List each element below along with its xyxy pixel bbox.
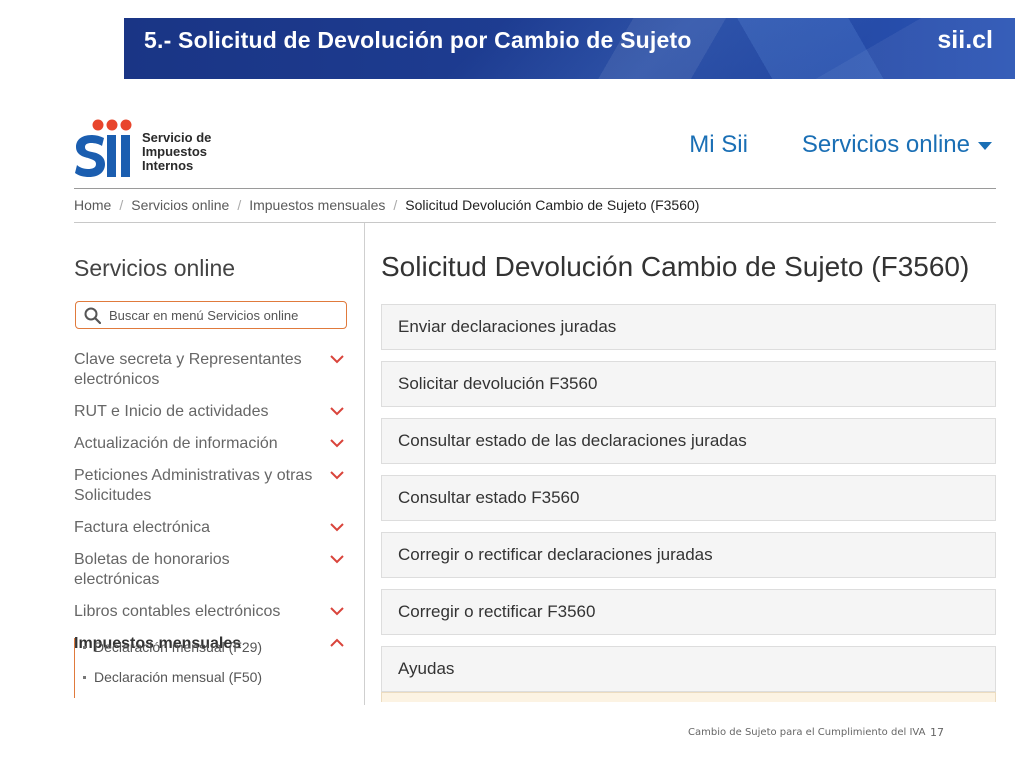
chevron-down-icon[interactable] bbox=[330, 522, 344, 532]
submenu-item-label: Declaración mensual (F29) bbox=[94, 639, 263, 655]
sidebar-item-clave-secreta[interactable]: Clave secreta y Representantes electróni… bbox=[74, 350, 354, 390]
nav-servicios-online[interactable]: Servicios online bbox=[802, 131, 992, 159]
sidebar-item-label: Boletas de honorarios electrónicas bbox=[74, 551, 230, 588]
breadcrumb-separator: / bbox=[237, 197, 242, 213]
sidebar-item-label: Libros contables electrónicos bbox=[74, 603, 281, 620]
search-icon bbox=[84, 307, 101, 324]
sidebar-item-factura[interactable]: Factura electrónica bbox=[74, 518, 354, 538]
panel-corregir-declaraciones[interactable]: Corregir o rectificar declaraciones jura… bbox=[381, 532, 996, 578]
breadcrumb-impuestos-mensuales[interactable]: Impuestos mensuales bbox=[249, 197, 385, 213]
breadcrumb-home[interactable]: Home bbox=[74, 197, 111, 213]
sii-logo-mark bbox=[75, 119, 132, 177]
logo-line: Servicio de bbox=[142, 130, 212, 145]
sidebar-item-actualizacion[interactable]: Actualización de información bbox=[74, 434, 354, 454]
sii-logo[interactable]: Servicio de Impuestos Internos bbox=[74, 119, 224, 179]
slide-brand: sii.cl bbox=[937, 26, 993, 54]
chevron-down-icon[interactable] bbox=[330, 554, 344, 564]
slide-page-number: 17 bbox=[930, 726, 944, 739]
sidebar-item-label: Peticiones Administrativas y otras Solic… bbox=[74, 467, 313, 504]
chevron-down-icon[interactable] bbox=[330, 406, 344, 416]
sidebar-item-label: Clave secreta y Representantes electróni… bbox=[74, 351, 302, 388]
panel-enviar-declaraciones[interactable]: Enviar declaraciones juradas bbox=[381, 304, 996, 350]
panel-solicitar-devolucion[interactable]: Solicitar devolución F3560 bbox=[381, 361, 996, 407]
chevron-down-icon[interactable] bbox=[330, 470, 344, 480]
panel-next-partial bbox=[381, 692, 996, 702]
caret-down-icon bbox=[978, 142, 992, 150]
breadcrumb-servicios-online[interactable]: Servicios online bbox=[131, 197, 229, 213]
sidebar-title: Servicios online bbox=[74, 255, 236, 281]
nav-mi-sii[interactable]: Mi Sii bbox=[689, 131, 748, 159]
sidebar-item-libros[interactable]: Libros contables electrónicos bbox=[74, 602, 354, 622]
slide-header: 5.- Solicitud de Devolución por Cambio d… bbox=[124, 18, 1015, 79]
submenu-item-f29[interactable]: Declaración mensual (F29) bbox=[83, 638, 363, 656]
sii-website: Servicio de Impuestos Internos Mi Sii Se… bbox=[74, 105, 996, 705]
slide-footer-note: Cambio de Sujeto para el Cumplimiento de… bbox=[688, 727, 926, 738]
sidebar-item-peticiones[interactable]: Peticiones Administrativas y otras Solic… bbox=[74, 466, 354, 506]
nav-mi-sii-label: Mi Sii bbox=[689, 131, 748, 158]
sidebar-search bbox=[75, 301, 347, 329]
main-content: Solicitud Devolución Cambio de Sujeto (F… bbox=[381, 223, 996, 705]
sii-logo-text: Servicio de Impuestos Internos bbox=[142, 131, 211, 173]
chevron-down-icon[interactable] bbox=[330, 606, 344, 616]
panel-corregir-f3560[interactable]: Corregir o rectificar F3560 bbox=[381, 589, 996, 635]
submenu-item-f50[interactable]: Declaración mensual (F50) bbox=[83, 668, 363, 686]
slide-title: 5.- Solicitud de Devolución por Cambio d… bbox=[144, 27, 692, 53]
logo-line: Impuestos bbox=[142, 144, 208, 159]
page-title: Solicitud Devolución Cambio de Sujeto (F… bbox=[381, 251, 970, 282]
breadcrumb-separator: / bbox=[393, 197, 398, 213]
sidebar-menu: Clave secreta y Representantes electróni… bbox=[74, 350, 354, 666]
sidebar-item-rut-inicio[interactable]: RUT e Inicio de actividades bbox=[74, 402, 354, 422]
sidebar-submenu: Declaración mensual (F29) Declaración me… bbox=[74, 638, 363, 698]
sidebar-item-label: Actualización de información bbox=[74, 435, 278, 452]
accordion: Enviar declaraciones juradas Solicitar d… bbox=[381, 304, 996, 702]
sidebar: Servicios online Clave secreta y Represe… bbox=[74, 223, 365, 705]
sidebar-item-boletas[interactable]: Boletas de honorarios electrónicas bbox=[74, 550, 354, 590]
sidebar-item-label: Factura electrónica bbox=[74, 519, 211, 536]
bullet-icon bbox=[83, 645, 86, 649]
nav-servicios-online-label: Servicios online bbox=[801, 131, 970, 158]
logo-line: Internos bbox=[142, 158, 194, 173]
panel-consultar-estado-declaraciones[interactable]: Consultar estado de las declaraciones ju… bbox=[381, 418, 996, 464]
sidebar-item-label: RUT e Inicio de actividades bbox=[74, 403, 269, 420]
panel-ayudas[interactable]: Ayudas bbox=[381, 646, 996, 692]
breadcrumb-current: Solicitud Devolución Cambio de Sujeto (F… bbox=[405, 197, 700, 213]
breadcrumb-separator: / bbox=[119, 197, 124, 213]
panel-consultar-estado-f3560[interactable]: Consultar estado F3560 bbox=[381, 475, 996, 521]
submenu-item-label: Declaración mensual (F50) bbox=[94, 669, 263, 685]
sidebar-search-input[interactable] bbox=[107, 306, 331, 324]
bullet-icon bbox=[83, 675, 86, 679]
chevron-down-icon[interactable] bbox=[330, 354, 344, 364]
top-navigation: Mi Sii Servicios online bbox=[689, 131, 992, 159]
chevron-down-icon[interactable] bbox=[330, 438, 344, 448]
header-divider bbox=[74, 188, 996, 189]
breadcrumb: Home / Servicios online / Impuestos mens… bbox=[74, 197, 699, 213]
